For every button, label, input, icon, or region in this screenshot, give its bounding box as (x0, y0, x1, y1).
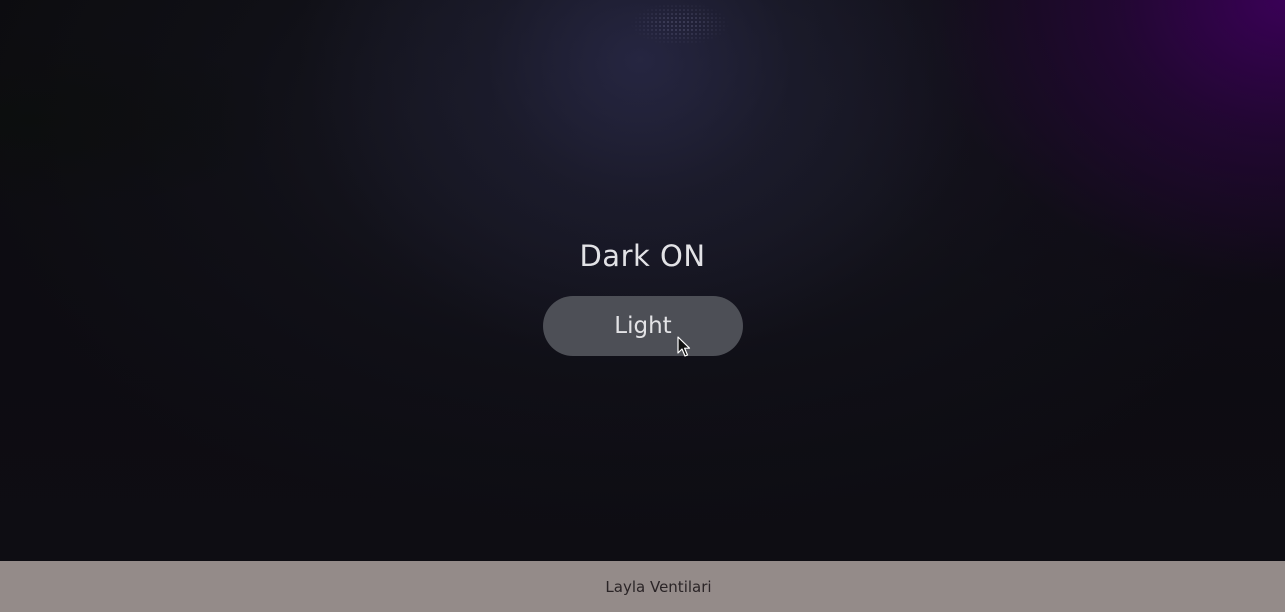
page: Dark ON Light Layla Ventilari (0, 0, 1285, 612)
dark-background (0, 0, 1285, 561)
footer: Layla Ventilari (0, 561, 1285, 612)
dot-pattern (630, 4, 730, 50)
mode-status-heading: Dark ON (579, 239, 706, 273)
mouse-pointer-icon (677, 336, 691, 357)
footer-author: Layla Ventilari (605, 577, 712, 596)
light-mode-toggle-button[interactable]: Light (543, 296, 743, 356)
